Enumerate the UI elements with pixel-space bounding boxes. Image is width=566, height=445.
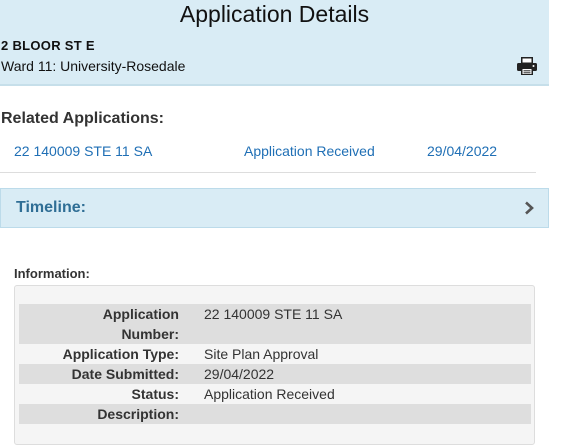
related-application-row[interactable]: 22 140009 STE 11 SA Application Received… (0, 141, 536, 173)
info-label: Application Type: (62, 346, 179, 362)
info-row-application-number: Application Number: 22 140009 STE 11 SA (19, 304, 531, 344)
related-application-status-link[interactable]: Application Received (244, 143, 375, 159)
info-row-status: Status: Application Received (19, 384, 531, 404)
chevron-right-icon (522, 201, 536, 215)
related-application-date-link[interactable]: 29/04/2022 (427, 143, 497, 159)
timeline-label: Timeline: (16, 199, 86, 216)
info-value: 29/04/2022 (204, 366, 275, 382)
information-heading: Information: (14, 266, 90, 281)
info-value: Site Plan Approval (204, 346, 319, 362)
info-label: Application Number: (19, 304, 204, 344)
info-label: Date Submitted: (71, 366, 179, 382)
info-label: Status: (131, 386, 179, 402)
related-applications-heading: Related Applications: (1, 110, 164, 127)
printer-icon[interactable] (516, 56, 538, 76)
info-label-line: Number: (121, 326, 179, 342)
property-address: 2 BLOOR ST E (1, 38, 95, 53)
timeline-accordion[interactable]: Timeline: (0, 188, 549, 228)
info-label-line: Application (102, 306, 179, 322)
ward-label: Ward 11: University-Rosedale (1, 58, 186, 74)
information-panel: Application Number: 22 140009 STE 11 SA … (14, 285, 535, 445)
information-table: Application Number: 22 140009 STE 11 SA … (19, 304, 531, 424)
info-value: Application Received (204, 386, 335, 402)
info-value: 22 140009 STE 11 SA (204, 306, 343, 322)
info-row-description: Description: (19, 404, 531, 424)
info-row-date-submitted: Date Submitted: 29/04/2022 (19, 364, 531, 384)
related-application-number-link[interactable]: 22 140009 STE 11 SA (14, 143, 152, 159)
info-label: Description: (97, 406, 179, 422)
page-header: Application Details 2 BLOOR ST E Ward 11… (0, 0, 549, 86)
page-title: Application Details (179, 1, 370, 27)
info-row-application-type: Application Type: Site Plan Approval (19, 344, 531, 364)
